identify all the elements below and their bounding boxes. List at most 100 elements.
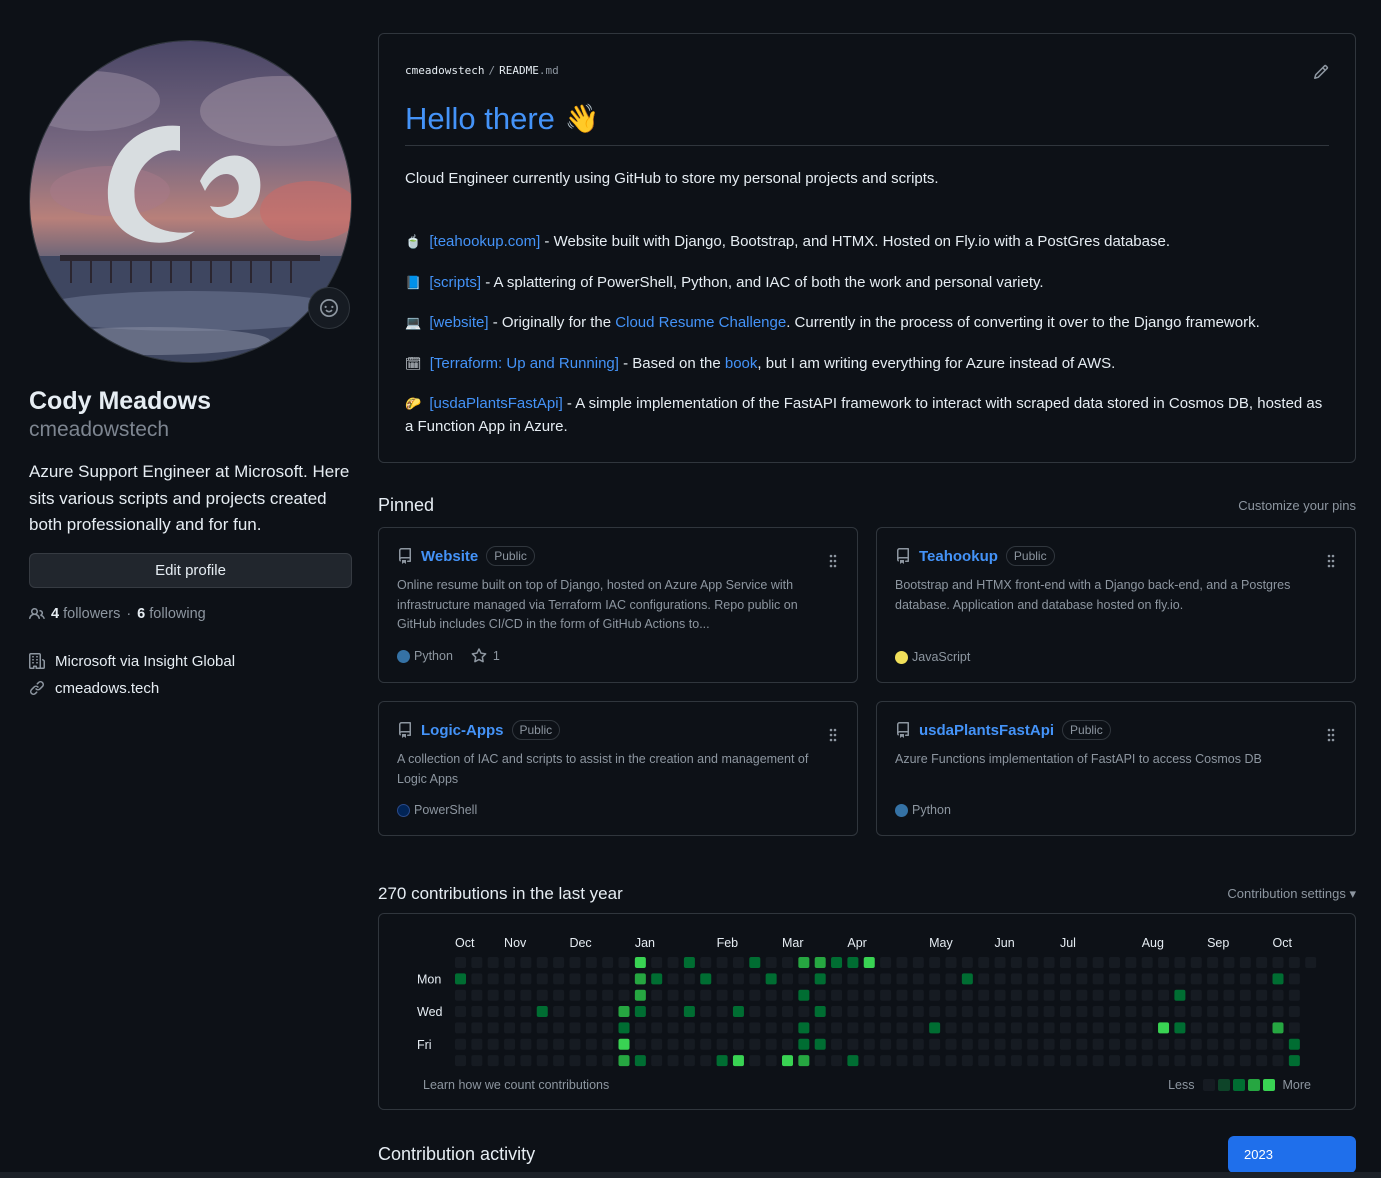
contribution-day[interactable] [1010, 1055, 1022, 1067]
contribution-day[interactable] [1141, 989, 1153, 1001]
contribution-day[interactable] [880, 973, 892, 985]
contribution-day[interactable] [1158, 1006, 1170, 1018]
contribution-day[interactable] [569, 989, 581, 1001]
contribution-day[interactable] [700, 973, 712, 985]
repo-stars-link[interactable]: 1 [471, 648, 500, 664]
contribution-day[interactable] [765, 957, 777, 968]
contribution-day[interactable] [732, 957, 744, 968]
website-readme-link[interactable]: [website] [429, 314, 488, 331]
contribution-day[interactable] [569, 973, 581, 985]
website-link[interactable]: cmeadows.tech [55, 680, 159, 697]
contribution-day[interactable] [1043, 1055, 1055, 1067]
contribution-day[interactable] [1076, 989, 1088, 1001]
contribution-day[interactable] [978, 957, 990, 968]
contribution-day[interactable] [504, 1055, 516, 1067]
contribution-day[interactable] [1239, 1006, 1251, 1018]
contribution-day[interactable] [847, 1022, 859, 1034]
contribution-day[interactable] [749, 1022, 761, 1034]
contribution-day[interactable] [1207, 1022, 1219, 1034]
contribution-day[interactable] [978, 1006, 990, 1018]
contribution-day[interactable] [1027, 1006, 1039, 1018]
contribution-day[interactable] [651, 1038, 663, 1050]
contribution-day[interactable] [1174, 1038, 1186, 1050]
contribution-day[interactable] [863, 973, 875, 985]
contribution-day[interactable] [1027, 1022, 1039, 1034]
contribution-day[interactable] [863, 957, 875, 968]
drag-handle-icon[interactable] [829, 554, 837, 568]
contribution-day[interactable] [585, 989, 597, 1001]
contribution-day[interactable] [536, 957, 548, 968]
contribution-day[interactable] [1059, 1055, 1071, 1067]
contribution-day[interactable] [1125, 989, 1137, 1001]
contribution-day[interactable] [1239, 957, 1251, 968]
contribution-day[interactable] [1092, 1055, 1104, 1067]
contribution-day[interactable] [1256, 973, 1268, 985]
contribution-day[interactable] [732, 989, 744, 1001]
contribution-day[interactable] [1010, 957, 1022, 968]
contribution-day[interactable] [487, 1038, 499, 1050]
contribution-day[interactable] [831, 1038, 843, 1050]
contribution-day[interactable] [863, 1006, 875, 1018]
contribution-day[interactable] [455, 1006, 466, 1018]
contribution-day[interactable] [765, 1055, 777, 1067]
customize-pins-link[interactable]: Customize your pins [1238, 498, 1356, 513]
contribution-day[interactable] [651, 989, 663, 1001]
contribution-day[interactable] [732, 1038, 744, 1050]
contribution-day[interactable] [602, 1006, 614, 1018]
scripts-link[interactable]: [scripts] [429, 274, 481, 291]
contribution-day[interactable] [1223, 1055, 1235, 1067]
contribution-day[interactable] [602, 957, 614, 968]
contribution-day[interactable] [863, 1022, 875, 1034]
terraform-link[interactable]: [Terraform: Up and Running] [430, 355, 619, 372]
contribution-day[interactable] [912, 1055, 924, 1067]
contribution-day[interactable] [1092, 1022, 1104, 1034]
contribution-day[interactable] [1027, 973, 1039, 985]
contribution-day[interactable] [504, 973, 516, 985]
contribution-day[interactable] [1272, 1022, 1284, 1034]
contribution-day[interactable] [553, 957, 565, 968]
contribution-day[interactable] [553, 1022, 565, 1034]
contribution-day[interactable] [683, 957, 695, 968]
contribution-day[interactable] [536, 1006, 548, 1018]
contribution-day[interactable] [798, 989, 810, 1001]
contribution-day[interactable] [798, 1022, 810, 1034]
contribution-day[interactable] [1272, 1055, 1284, 1067]
contribution-day[interactable] [716, 989, 728, 1001]
contribution-day[interactable] [1158, 1022, 1170, 1034]
contribution-day[interactable] [782, 973, 793, 985]
contribution-day[interactable] [602, 989, 614, 1001]
contribution-day[interactable] [1059, 1022, 1071, 1034]
contribution-day[interactable] [749, 1006, 761, 1018]
contribution-day[interactable] [700, 1006, 712, 1018]
repo-name-link[interactable]: Teahookup [919, 548, 998, 565]
contribution-day[interactable] [732, 1022, 744, 1034]
contribution-day[interactable] [634, 1006, 646, 1018]
contribution-day[interactable] [782, 1038, 793, 1050]
contribution-day[interactable] [978, 1022, 990, 1034]
contribution-day[interactable] [1076, 973, 1088, 985]
contribution-day[interactable] [1239, 1055, 1251, 1067]
contribution-day[interactable] [487, 973, 499, 985]
contribution-day[interactable] [634, 1055, 646, 1067]
contribution-day[interactable] [1256, 1022, 1268, 1034]
contribution-day[interactable] [798, 1006, 810, 1018]
contribution-day[interactable] [700, 1022, 712, 1034]
contribution-day[interactable] [585, 957, 597, 968]
contribution-day[interactable] [651, 973, 663, 985]
contribution-day[interactable] [1256, 957, 1268, 968]
contribution-day[interactable] [1076, 1022, 1088, 1034]
contribution-day[interactable] [1223, 1006, 1235, 1018]
contribution-day[interactable] [471, 973, 483, 985]
contribution-day[interactable] [602, 1022, 614, 1034]
contribution-day[interactable] [569, 1038, 581, 1050]
contribution-day[interactable] [994, 957, 1006, 968]
contribution-day[interactable] [602, 1055, 614, 1067]
contribution-day[interactable] [732, 973, 744, 985]
contribution-day[interactable] [1043, 973, 1055, 985]
contribution-day[interactable] [487, 1022, 499, 1034]
contribution-day[interactable] [749, 957, 761, 968]
contribution-day[interactable] [945, 1006, 957, 1018]
contribution-day[interactable] [487, 1055, 499, 1067]
contribution-day[interactable] [634, 1022, 646, 1034]
contribution-day[interactable] [961, 1055, 973, 1067]
